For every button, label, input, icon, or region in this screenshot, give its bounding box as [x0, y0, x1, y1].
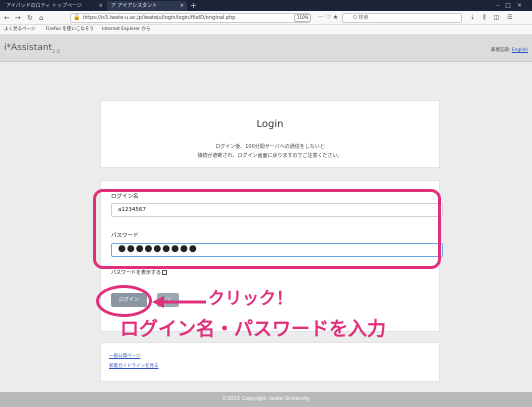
url-bar[interactable]: 🔒 https://is3.iwate-u.ac.jp/iwateju/logi…: [70, 13, 310, 23]
notice-line-1: ログイン後、100分間サーバへの通信をしないと: [215, 144, 325, 150]
window-controls[interactable]: –□×: [496, 0, 528, 11]
logo-text: i*Assistant: [4, 43, 53, 53]
language-label: 表現言語:: [490, 48, 512, 53]
app-header: i*Assistant2.0 表現言語: English: [0, 35, 532, 62]
back-icon[interactable]: ←: [4, 11, 10, 25]
language-switch: 表現言語: English: [491, 47, 528, 53]
tab-label: ア アイアシスタント: [111, 3, 158, 9]
app-logo: i*Assistant2.0: [4, 43, 60, 55]
page-title: Login: [256, 119, 284, 130]
show-password-option[interactable]: パスワードを表示する: [111, 269, 168, 276]
browser-tab-1[interactable]: アイパッドのロティ トップページ ×: [2, 1, 106, 11]
zoom-indicator[interactable]: 110%: [294, 14, 312, 22]
toolbar-icons[interactable]: ⇣ ⫼ ◫ ☰: [470, 11, 516, 25]
notice-line-2: 接続が遮断され、ログイン画面に戻りますのでご注意ください。: [197, 153, 343, 159]
search-input[interactable]: Q 検索: [342, 13, 462, 23]
language-link[interactable]: English: [512, 48, 528, 53]
show-password-label: パスワードを表示する: [111, 270, 162, 276]
page-actions-icon[interactable]: ··· ♡ ★: [318, 11, 338, 25]
input-highlight-ring: [93, 189, 441, 269]
page-footer: ©2023 Copyright: Iwate University: [0, 392, 532, 407]
show-password-checkbox[interactable]: [162, 270, 168, 275]
login-info-card: Login ログイン後、100分間サーバへの通信をしないと 接続が遮断され、ログ…: [100, 100, 440, 168]
guideline-link[interactable]: 新着ガイドラインを見る: [109, 363, 159, 369]
lock-icon: 🔒: [73, 14, 81, 21]
browser-tab-2[interactable]: ア アイアシスタント ×: [107, 1, 187, 11]
tab-label: アイパッドのロティ トップページ: [6, 3, 82, 9]
click-annotation: クリック！: [208, 289, 293, 309]
new-tab-icon[interactable]: +: [190, 0, 197, 11]
url-text: https://is3.iwate-u.ac.jp/iwateju/login/…: [83, 15, 236, 21]
bookmark-item[interactable]: Firefox を使いこなそう: [46, 25, 94, 35]
instruction-annotation: ログイン名・パスワードを入力: [120, 318, 387, 340]
browser-nav-bar: ← → ↻ ⌂ 🔒 https://is3.iwate-u.ac.jp/iwat…: [0, 11, 532, 25]
links-card: 一般公開ページ 新着ガイドラインを見る: [100, 342, 440, 382]
close-icon[interactable]: ×: [180, 1, 184, 11]
bookmarks-bar: よく見るページ Firefox を使いこなそう Internet Explore…: [0, 25, 532, 35]
bookmark-item[interactable]: Internet Explorer から: [102, 25, 150, 35]
logo-version: 2.0: [52, 48, 60, 55]
close-icon[interactable]: ×: [99, 1, 103, 11]
browser-tab-bar: アイパッドのロティ トップページ × ア アイアシスタント × + –□×: [0, 0, 532, 11]
home-icon[interactable]: ⌂: [39, 11, 43, 25]
bookmark-item[interactable]: よく見るページ: [4, 25, 35, 35]
public-page-link[interactable]: 一般公開ページ: [109, 353, 140, 359]
login-button-highlight-ring: [96, 285, 152, 317]
forward-icon[interactable]: →: [15, 11, 21, 25]
reload-icon[interactable]: ↻: [27, 11, 33, 25]
arrow-left-icon: [152, 296, 206, 308]
